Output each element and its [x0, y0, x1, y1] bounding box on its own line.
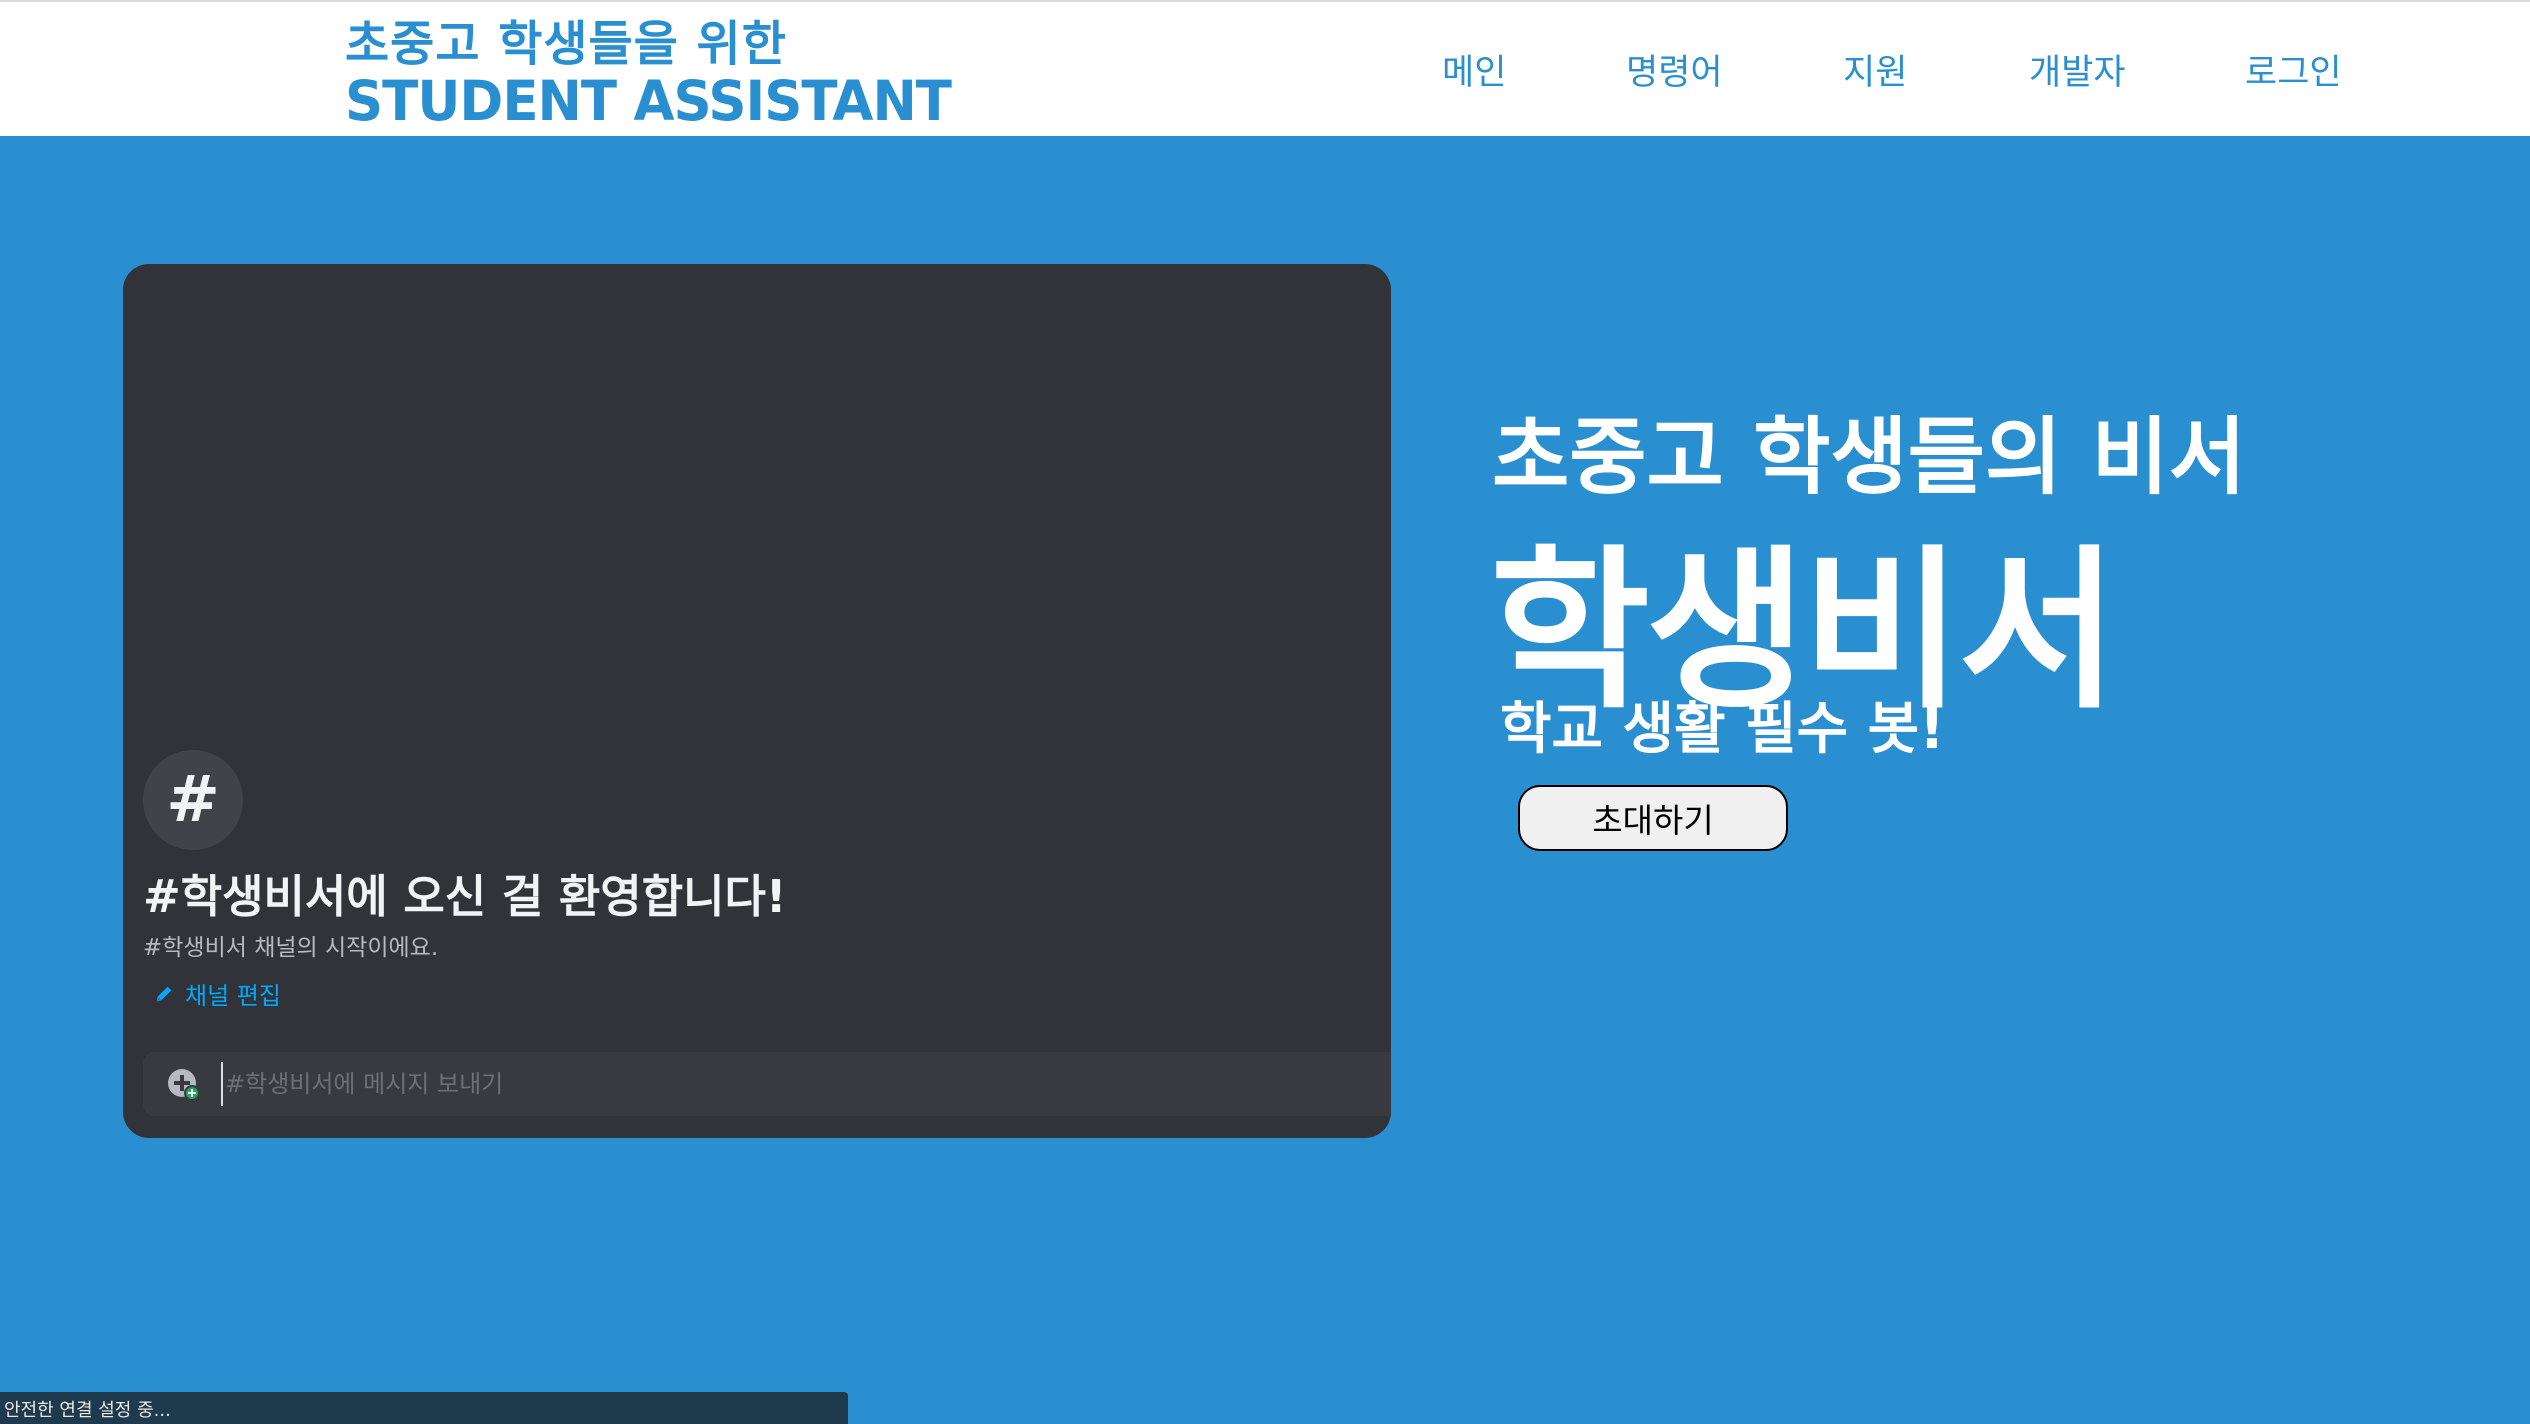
site-header: 초중고 학생들을 위한 STUDENT ASSISTANT 메인 명령어 지원 …	[0, 0, 2530, 136]
nav-main[interactable]: 메인	[1442, 44, 1506, 95]
hero-tagline: 학교 생활 필수 봇!	[1500, 697, 1945, 762]
nav-developer[interactable]: 개발자	[2029, 44, 2126, 95]
welcome-heading: #학생비서에 오신 걸 환영합니다!	[143, 870, 787, 923]
welcome-subtext: #학생비서 채널의 시작이에요.	[143, 935, 439, 961]
nav-login[interactable]: 로그인	[2245, 44, 2342, 95]
message-input[interactable]	[221, 1062, 1321, 1106]
logo-english-text: STUDENT ASSISTANT	[345, 69, 952, 134]
browser-status-bar: 안전한 연결 설정 중...	[0, 1392, 848, 1424]
pencil-icon	[156, 986, 172, 1001]
logo-korean-text: 초중고 학생들을 위한	[345, 16, 787, 72]
plus-circle-icon[interactable]	[167, 1068, 199, 1100]
hash-icon: #	[143, 750, 243, 850]
edit-channel-label: 채널 편집	[185, 982, 281, 1010]
invite-button[interactable]: 초대하기	[1518, 785, 1788, 851]
nav-commands[interactable]: 명령어	[1626, 44, 1723, 95]
site-logo[interactable]: 초중고 학생들을 위한 STUDENT ASSISTANT	[345, 16, 952, 134]
nav-support[interactable]: 지원	[1843, 44, 1907, 95]
message-composer	[143, 1052, 1391, 1116]
edit-channel-link[interactable]: 채널 편집	[153, 976, 281, 1011]
discord-preview-panel: # #학생비서에 오신 걸 환영합니다! #학생비서 채널의 시작이에요. 채널…	[123, 264, 1391, 1138]
